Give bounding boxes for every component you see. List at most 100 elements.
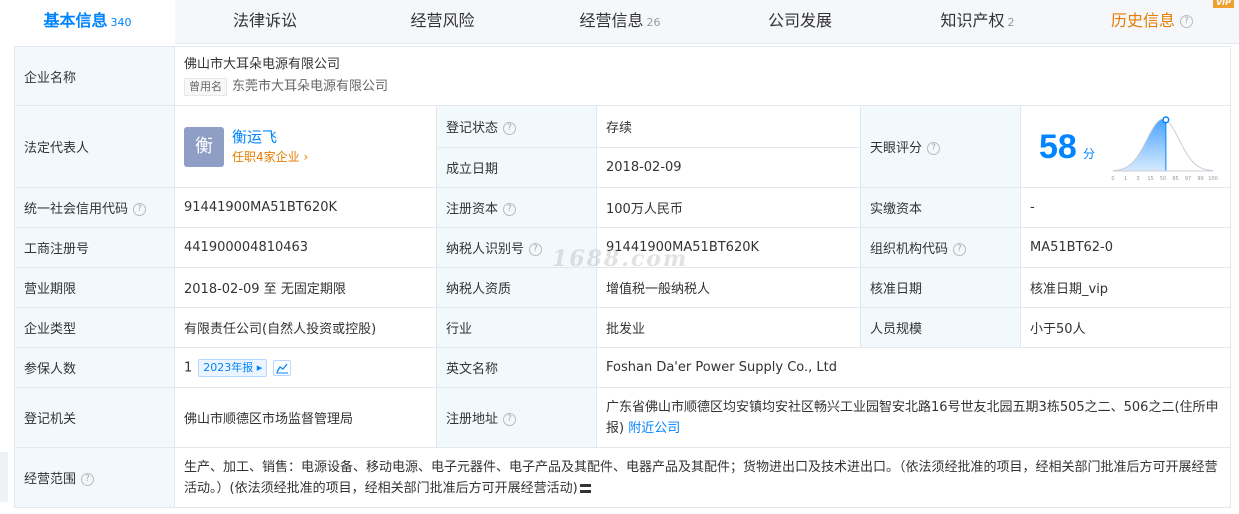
help-icon[interactable]: ? [953, 243, 967, 256]
avatar[interactable]: 衡 [184, 126, 224, 167]
tab-label: 基本信息 [43, 11, 108, 30]
scope-label: 经营范围 [24, 472, 77, 487]
table-row: 企业名称 佛山市大耳朵电源有限公司 曾用名 东莞市大耳朵电源有限公司 [14, 46, 1232, 106]
nearby-companies-link[interactable]: 附近公司 [628, 421, 680, 436]
staff-size-value: 小于50人 [1019, 307, 1232, 348]
taxpayer-qual-label: 纳税人资质 [436, 267, 597, 308]
tab-business-info[interactable]: 经营信息 26 [530, 0, 710, 44]
tab-business-risk[interactable]: 经营风险 [355, 0, 530, 44]
english-name-label: 英文名称 [436, 347, 597, 388]
industry-label: 行业 [436, 307, 597, 348]
address-value: 广东省佛山市顺德区均安镇均安社区畅兴工业园智安北路16号世友北园五期3栋505之… [606, 399, 1219, 436]
biz-reg-no-value: 441900004810463 [174, 227, 437, 268]
trend-chart-icon[interactable] [273, 359, 292, 376]
help-icon[interactable]: ? [503, 122, 517, 135]
tab-label: 公司发展 [767, 11, 832, 30]
scope-value: 生产、加工、销售：电源设备、移动电源、电子元器件、电子产品及其配件、电器产品及其… [184, 459, 1218, 496]
score-tick-label: 97 [1185, 176, 1191, 182]
help-icon[interactable]: ? [529, 243, 543, 256]
tab-history-info[interactable]: 历史信息? VIP [1065, 0, 1239, 44]
term-label: 营业期限 [14, 267, 175, 308]
score-tick-label: 15 [1147, 176, 1153, 182]
former-name-tag: 曾用名 [184, 78, 227, 96]
credit-code-value: 91441900MA51BT620K [174, 187, 437, 228]
paid-capital-value: - [1019, 187, 1232, 228]
tab-label: 经营风险 [410, 11, 475, 30]
tab-intellectual-property[interactable]: 知识产权 2 [890, 0, 1065, 44]
paid-capital-label: 实缴资本 [860, 187, 1021, 228]
score-distribution-chart: 0 1 3 15 50 85 97 99 100 [1111, 115, 1218, 182]
org-code-value: MA51BT62-0 [1019, 227, 1232, 268]
score-cell[interactable]: 58 分 0 1 3 15 50 85 97 99 100 [1019, 105, 1232, 188]
score-label: 天眼评分 [870, 141, 923, 156]
company-type-label: 企业类型 [14, 307, 175, 348]
legal-rep-name-link[interactable]: 衡运飞 [232, 127, 308, 147]
insured-cell: 1 2023年报 ▸ [174, 347, 437, 388]
tab-label: 知识产权 [940, 11, 1005, 30]
help-icon[interactable]: ? [81, 473, 95, 486]
score-label-cell: 天眼评分? [860, 105, 1021, 188]
company-type-value: 有限责任公司(自然人投资或控股) [174, 307, 437, 348]
tab-label: 法律诉讼 [232, 11, 297, 30]
reg-capital-label-cell: 注册资本? [436, 187, 597, 228]
annual-report-tag[interactable]: 2023年报 ▸ [198, 358, 268, 377]
tab-label: 历史信息 [1110, 11, 1175, 30]
insured-value: 1 [184, 360, 193, 375]
taxpayer-id-value: 91441900MA51BT620K [596, 227, 861, 268]
former-name: 东莞市大耳朵电源有限公司 [232, 79, 389, 94]
score-tick-label: 100 [1208, 176, 1218, 182]
table-row: 企业类型 有限责任公司(自然人投资或控股) 行业 批发业 人员规模 小于50人 [14, 307, 1232, 348]
reg-status-label: 登记状态 [446, 121, 499, 136]
score-tick-label: 0 [1111, 176, 1114, 182]
company-name-label: 企业名称 [14, 46, 175, 106]
reg-status-label-cell: 登记状态? [436, 105, 597, 148]
score-tick-label: 50 [1160, 176, 1166, 182]
table-row: 法定代表人 衡 衡运飞 任职4家企业 › 登记状态? 存续 天眼评分? 58 分… [14, 105, 1232, 188]
positions-link[interactable]: 任职4家企业 › [232, 147, 308, 167]
biz-reg-no-label: 工商注册号 [14, 227, 175, 268]
tab-legal-litigation[interactable]: 法律诉讼 [175, 0, 355, 44]
legal-rep-cell: 衡 衡运飞 任职4家企业 › [174, 105, 437, 188]
tab-count: 340 [110, 16, 132, 29]
address-cell: 广东省佛山市顺德区均安镇均安社区畅兴工业园智安北路16号世友北园五期3栋505之… [595, 387, 1232, 448]
help-icon[interactable]: ? [503, 203, 517, 216]
help-icon[interactable]: ? [503, 413, 517, 426]
reg-status-value: 存续 [596, 105, 861, 148]
founded-value: 2018-02-09 [596, 147, 861, 188]
tab-basic-info[interactable]: 基本信息 340 [0, 0, 175, 45]
help-icon[interactable]: ? [1180, 15, 1193, 28]
score-tick-label: 3 [1136, 176, 1139, 182]
score-area [1113, 118, 1166, 171]
help-icon[interactable]: ? [927, 142, 941, 155]
staff-size-label: 人员规模 [860, 307, 1021, 348]
address-label-cell: 注册地址? [436, 387, 597, 448]
table-row: 经营范围? 生产、加工、销售：电源设备、移动电源、电子元器件、电子产品及其配件、… [14, 447, 1232, 508]
tab-count: 26 [646, 16, 661, 29]
score-tick-label: 85 [1172, 176, 1178, 182]
score-tick-label: 1 [1124, 176, 1127, 182]
legal-rep-label: 法定代表人 [14, 105, 175, 188]
taxpayer-qual-value: 增值税一般纳税人 [596, 267, 861, 308]
tab-count: 2 [1007, 16, 1015, 29]
credit-code-label: 统一社会信用代码 [24, 202, 129, 217]
table-row: 登记机关 佛山市顺德区市场监督管理局 注册地址? 广东省佛山市顺德区均安镇均安社… [14, 387, 1232, 448]
section-tabs: 基本信息 340 法律诉讼 经营风险 经营信息 26 公司发展 知识产权 2 历史信息… [0, 0, 1239, 45]
scope-label-cell: 经营范围? [14, 447, 175, 508]
taxpayer-id-label-cell: 纳税人识别号? [436, 227, 597, 268]
authority-label: 登记机关 [14, 387, 175, 448]
score-value: 58 [1039, 127, 1077, 166]
reg-capital-label: 注册资本 [446, 202, 499, 217]
score-tick-label: 99 [1197, 176, 1203, 182]
table-row: 参保人数 1 2023年报 ▸ 英文名称 Foshan Da'er Power S… [14, 347, 1232, 388]
tab-company-development[interactable]: 公司发展 [710, 0, 890, 44]
help-icon[interactable]: ? [133, 203, 147, 216]
org-code-label: 组织机构代码 [870, 242, 949, 257]
taxpayer-id-label: 纳税人识别号 [446, 242, 525, 257]
address-label: 注册地址 [446, 412, 499, 427]
table-row: 统一社会信用代码? 91441900MA51BT620K 注册资本? 100万人… [14, 187, 1232, 228]
side-scroll-handle[interactable] [0, 452, 8, 502]
tab-label: 经营信息 [579, 11, 644, 30]
score-unit: 分 [1083, 146, 1096, 161]
founded-label: 成立日期 [436, 147, 597, 188]
approve-date-label: 核准日期 [860, 267, 1021, 308]
